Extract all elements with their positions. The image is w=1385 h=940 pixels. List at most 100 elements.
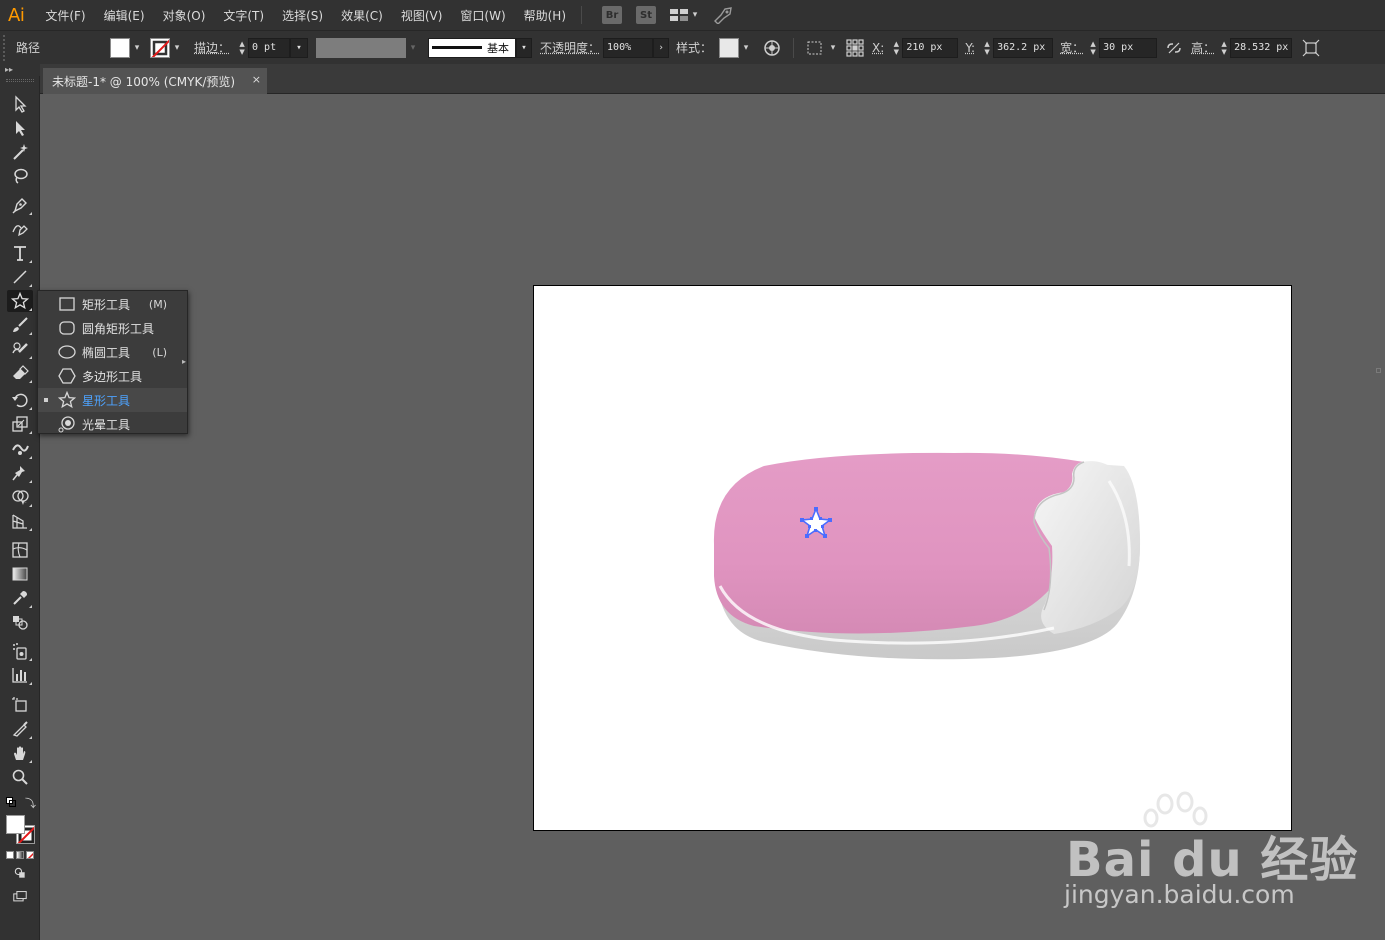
- type-tool[interactable]: [7, 242, 33, 264]
- brush-definition-field[interactable]: 基本: [428, 37, 517, 58]
- reference-point-button[interactable]: [846, 38, 864, 57]
- y-label[interactable]: Y:: [965, 41, 975, 55]
- fill-dropdown-chevron-icon[interactable]: ▾: [130, 43, 144, 53]
- eraser-tool[interactable]: [7, 362, 33, 384]
- stroke-weight-dropdown[interactable]: ▾: [290, 37, 309, 58]
- menu-object[interactable]: 对象(O): [154, 7, 215, 24]
- menu-type[interactable]: 文字(T): [214, 7, 273, 24]
- bridge-button[interactable]: Br: [602, 6, 623, 24]
- menu-window[interactable]: 窗口(W): [451, 7, 514, 24]
- shaper-tool[interactable]: [7, 338, 33, 360]
- screen-mode-button[interactable]: [7, 888, 33, 906]
- curvature-tool[interactable]: [7, 218, 33, 240]
- fill-color-swatch[interactable]: [110, 37, 130, 58]
- opacity-label[interactable]: 不透明度：: [540, 39, 600, 56]
- tearoff-arrow-icon[interactable]: ▸: [182, 357, 186, 366]
- width-label[interactable]: 宽：: [1060, 39, 1084, 56]
- stroke-label[interactable]: 描边：: [194, 39, 230, 56]
- width-stepper[interactable]: ▲ ▼: [1087, 40, 1099, 56]
- default-fill-stroke-button[interactable]: [6, 797, 16, 807]
- workspace-layout-button[interactable]: ▾: [670, 8, 702, 22]
- menu-effect[interactable]: 效果(C): [332, 7, 392, 24]
- artboard-tool[interactable]: [7, 694, 33, 716]
- paintbrush-tool[interactable]: [7, 314, 33, 336]
- width-field[interactable]: 30 px: [1099, 37, 1158, 58]
- menu-view[interactable]: 视图(V): [392, 7, 452, 24]
- rotate-tool[interactable]: [7, 389, 33, 411]
- document-tab[interactable]: 未标题-1* @ 100% (CMYK/预览) ×: [43, 68, 267, 94]
- gpu-performance-button[interactable]: [712, 6, 734, 24]
- shape-builder-tool[interactable]: [7, 486, 33, 508]
- graphic-style-chevron-icon[interactable]: ▾: [739, 43, 753, 53]
- graphic-style-swatch[interactable]: [719, 37, 740, 58]
- eyedropper-tool[interactable]: [7, 587, 33, 609]
- stock-button[interactable]: St: [636, 6, 657, 24]
- height-label[interactable]: 高：: [1191, 39, 1215, 56]
- slice-tool[interactable]: [7, 718, 33, 740]
- flyout-star-tool[interactable]: 星形工具: [38, 388, 187, 412]
- recolor-artwork-button[interactable]: [763, 39, 781, 57]
- align-to-selection-button[interactable]: ▾: [806, 39, 840, 57]
- direct-selection-tool[interactable]: [7, 117, 33, 139]
- height-stepper[interactable]: ▲ ▼: [1218, 40, 1230, 56]
- stroke-dropdown-chevron-icon[interactable]: ▾: [170, 43, 184, 53]
- mesh-tool[interactable]: [7, 539, 33, 561]
- gradient-tool[interactable]: [7, 563, 33, 585]
- menu-file[interactable]: 文件(F): [36, 7, 94, 24]
- none-button[interactable]: [26, 851, 34, 859]
- x-stepper[interactable]: ▲ ▼: [890, 40, 902, 56]
- stroke-weight-field[interactable]: 0 pt: [248, 37, 291, 58]
- symbol-sprayer-tool[interactable]: [7, 640, 33, 662]
- variable-width-profile-field[interactable]: [316, 37, 407, 58]
- close-icon[interactable]: ×: [252, 73, 261, 86]
- line-segment-tool[interactable]: [7, 266, 33, 288]
- puppet-warp-tool[interactable]: [7, 462, 33, 484]
- stroke-color-swatch[interactable]: [150, 37, 170, 58]
- opacity-field[interactable]: 100%: [603, 37, 654, 58]
- blend-tool[interactable]: [7, 611, 33, 633]
- selection-tool[interactable]: [7, 93, 33, 115]
- color-button[interactable]: [6, 851, 14, 859]
- scale-tool[interactable]: [7, 413, 33, 435]
- flyout-rectangle-tool[interactable]: 矩形工具 (M): [38, 292, 187, 316]
- menu-divider: [581, 6, 583, 24]
- menu-select[interactable]: 选择(S): [273, 7, 332, 24]
- gradient-button[interactable]: [16, 851, 24, 859]
- variable-width-chevron-icon[interactable]: ▾: [406, 43, 420, 53]
- y-stepper[interactable]: ▲ ▼: [981, 40, 993, 56]
- flyout-polygon-tool[interactable]: 多边形工具: [38, 364, 187, 388]
- x-position-field[interactable]: 210 px: [902, 37, 959, 58]
- lasso-tool[interactable]: [7, 165, 33, 187]
- opacity-expand-button[interactable]: ›: [653, 37, 670, 58]
- flyout-ellipse-tool[interactable]: 椭圆工具 (L): [38, 340, 187, 364]
- control-bar-grip[interactable]: [3, 34, 11, 61]
- artboard[interactable]: [533, 285, 1292, 831]
- height-field[interactable]: 28.532 px: [1230, 37, 1293, 58]
- perspective-grid-tool[interactable]: [7, 510, 33, 532]
- stroke-weight-stepper[interactable]: ▲ ▼: [236, 40, 248, 56]
- menu-edit[interactable]: 编辑(E): [95, 7, 154, 24]
- zoom-tool[interactable]: [7, 766, 33, 788]
- menu-help[interactable]: 帮助(H): [515, 7, 575, 24]
- magic-wand-tool[interactable]: [7, 141, 33, 163]
- width-tool[interactable]: [7, 438, 33, 460]
- column-graph-tool[interactable]: [7, 664, 33, 686]
- flyout-rounded-rectangle-tool[interactable]: 圆角矩形工具: [38, 316, 187, 340]
- fill-swatch[interactable]: [6, 815, 25, 834]
- heater-device-artwork[interactable]: [534, 286, 1293, 832]
- brush-dropdown[interactable]: ▾: [516, 37, 533, 58]
- x-label[interactable]: X:: [872, 41, 884, 55]
- drawing-mode-button[interactable]: [7, 864, 33, 882]
- hand-tool[interactable]: [7, 742, 33, 764]
- flyout-flare-tool[interactable]: 光晕工具: [38, 412, 187, 436]
- flyout-item-label: 星形工具: [82, 393, 131, 408]
- toolbar-collapse-button[interactable]: ▸▸: [0, 64, 40, 76]
- swap-fill-stroke-button[interactable]: ⤵: [25, 795, 36, 811]
- tools-panel-grip[interactable]: [6, 79, 34, 82]
- y-position-field[interactable]: 362.2 px: [993, 37, 1054, 58]
- rounded-rectangle-icon: [59, 321, 75, 335]
- star-tool[interactable]: [7, 290, 33, 312]
- transform-panel-button[interactable]: [1302, 39, 1320, 57]
- constrain-proportions-button[interactable]: [1166, 41, 1182, 55]
- pen-tool[interactable]: [7, 194, 33, 216]
